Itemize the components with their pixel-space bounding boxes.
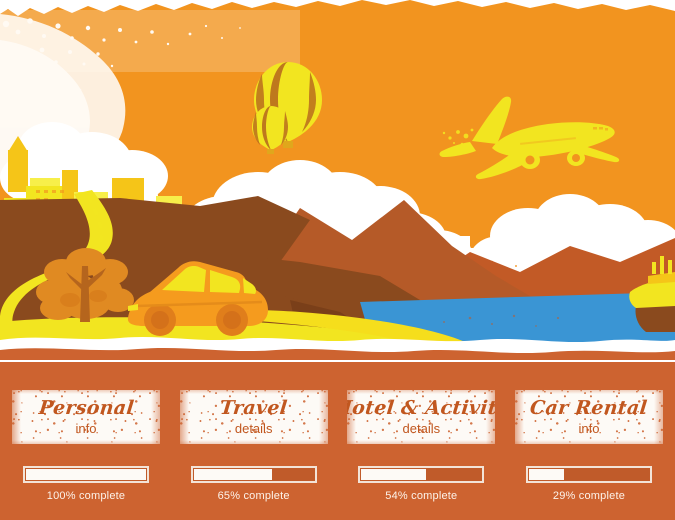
car-rental-subtitle: info xyxy=(578,421,600,436)
car-rental-info-button[interactable]: Car Rental info xyxy=(514,390,663,444)
personal-progress-label: 100% complete xyxy=(46,490,126,502)
hotel-activity-subtitle: details xyxy=(402,421,441,436)
travel-subtitle: details xyxy=(234,421,273,436)
personal-subtitle: info xyxy=(75,421,97,436)
personal-progress-fill xyxy=(26,469,146,480)
hotel-activity-progress-fill xyxy=(361,469,427,480)
hotel-activity-progress-label: 54% complete xyxy=(385,490,458,502)
personal-progress-bar[interactable] xyxy=(23,466,149,483)
personal-info-button[interactable]: Personal info xyxy=(12,390,160,444)
travel-progress-bar[interactable] xyxy=(190,466,317,483)
travel-booking-progress-screen: Personal info 100% complete Travel detai… xyxy=(0,0,675,520)
travel-progress-label: 65% complete xyxy=(217,490,290,502)
hotel-activity-progress-bar[interactable] xyxy=(358,466,485,483)
illustration-canvas xyxy=(0,0,675,360)
car-rental-progress-label: 29% complete xyxy=(552,490,626,502)
progress-card-hotel-activity: Hotel & Activity details 54% complete xyxy=(347,390,496,520)
car-rental-progress-fill xyxy=(528,469,564,480)
hotel-activity-details-button[interactable]: Hotel & Activity details xyxy=(347,390,496,444)
progress-card-car-rental: Car Rental info 29% complete xyxy=(514,390,663,520)
progress-footer-panel: Personal info 100% complete Travel detai… xyxy=(0,362,675,520)
car-rental-title: Car Rental xyxy=(529,397,649,419)
car-rental-progress-bar[interactable] xyxy=(525,466,652,483)
travel-landscape-illustration xyxy=(0,0,675,360)
progress-cards-row: Personal info 100% complete Travel detai… xyxy=(0,362,675,520)
travel-progress-fill xyxy=(193,469,272,480)
progress-card-personal: Personal info 100% complete xyxy=(12,390,160,520)
travel-details-button[interactable]: Travel details xyxy=(179,390,328,444)
hotel-activity-title: Hotel & Activity xyxy=(347,397,496,419)
travel-title: Travel xyxy=(218,397,289,419)
progress-card-travel: Travel details 65% complete xyxy=(179,390,328,520)
personal-title: Personal xyxy=(37,397,135,419)
